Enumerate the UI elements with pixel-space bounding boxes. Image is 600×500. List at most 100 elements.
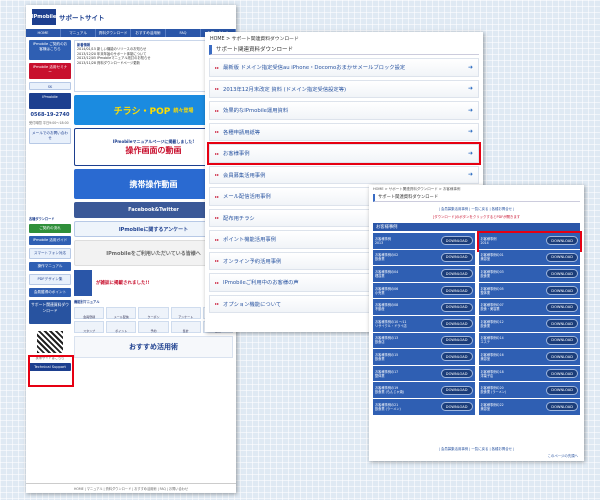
double-arrow-icon: ▸▸ xyxy=(215,236,220,242)
support-phone-hours: 受付時間 平日9:00〜18:00 xyxy=(29,121,69,125)
case-label: お客様事例の05 整体業 xyxy=(480,286,504,295)
sub-nav-links[interactable]: | 会員募集活用事例 | 一覧に戻る | 各種お問合せ | xyxy=(369,206,584,211)
download-button[interactable]: DOWNLOAD xyxy=(440,369,473,379)
case-label: お客様事例の02 飲食業 xyxy=(375,253,399,262)
manual-icon[interactable]: スタンプ xyxy=(74,321,105,333)
download-button[interactable]: DOWNLOAD xyxy=(546,302,578,312)
nav-item-home[interactable]: HOME xyxy=(26,29,61,37)
manual-icon[interactable]: メール配信 xyxy=(106,307,137,319)
download-category-item[interactable]: ▸▸ 各種申請用紙等 ➜ xyxy=(209,122,479,141)
bottom-sub-nav-links[interactable]: | 会員募集活用事例 | 一覧に戻る | 各種お問合せ | xyxy=(369,446,584,451)
manual-icon[interactable]: 会員登録 xyxy=(74,307,105,319)
case-row: お客様事例の12 飲食業 DOWNLOAD xyxy=(478,315,580,333)
page-title: サポート関連資料ダウンロード xyxy=(373,194,580,202)
case-label: お客様事例の15 飲食業 xyxy=(375,352,399,361)
download-category-item[interactable]: ▸▸ 2013年12月末改定 資料 (ドメイン指定受信設定等) ➜ xyxy=(209,79,479,98)
download-category-item[interactable]: ▸▸ 会員募集活用事例 ➜ xyxy=(209,165,479,184)
tips-banner[interactable]: おすすめ活用術 xyxy=(74,336,233,358)
download-button[interactable]: DOWNLOAD xyxy=(546,319,578,329)
download-button[interactable]: DOWNLOAD xyxy=(440,302,473,312)
arrow-right-icon: ➜ xyxy=(467,149,473,157)
download-button[interactable]: DOWNLOAD xyxy=(440,269,473,279)
download-button[interactable]: DOWNLOAD xyxy=(440,385,473,395)
download-category-label: 効果的なIPmobile運用資料 xyxy=(223,108,289,115)
download-category-label: IPmobileご利用中のお客様の声 xyxy=(223,280,299,287)
sidebar-dl-pdf[interactable]: PDFデザイン集 xyxy=(29,274,71,285)
nav-item-tips[interactable]: おすすめ活用術 xyxy=(131,29,166,37)
sidebar-dl-member[interactable]: 会員獲得のポイント xyxy=(29,288,71,297)
download-button[interactable]: DOWNLOAD xyxy=(440,352,473,362)
sidebar-dl-smartphone[interactable]: スマートフォン対応 xyxy=(29,248,71,259)
case-label: お客様事例の22 美容室 xyxy=(480,402,504,411)
case-label: お客様事例の18 洋菓子店 xyxy=(480,369,504,378)
download-category-item[interactable]: ▸▸ 最新版 ドメイン指定受信au iPhone・Docomoおまかせメールブロッ… xyxy=(209,58,479,77)
case-row: お客様事例の15 飲食業 DOWNLOAD xyxy=(373,349,475,366)
download-button[interactable]: DOWNLOAD xyxy=(440,402,473,412)
arrow-right-icon: ➜ xyxy=(467,128,473,136)
case-label: お客様事例の19 飲食業 (もんじゃ焼) xyxy=(375,386,404,395)
breadcrumb[interactable]: HOME > サポート関連資料ダウンロード > お客様事例 xyxy=(369,185,584,194)
manual-icon[interactable]: クーポン xyxy=(138,307,169,319)
sidebar-support-banner[interactable]: IPmobile xyxy=(29,93,71,109)
flyer-pop-title: チラシ・POP xyxy=(113,106,171,117)
download-category-label: オンライン予約活用事例 xyxy=(223,258,282,265)
manual-icon[interactable]: ポイント xyxy=(106,321,137,333)
double-arrow-icon: ▸▸ xyxy=(215,86,220,92)
nav-item-faq[interactable]: FAQ xyxy=(166,29,201,37)
manual-icon[interactable]: 集計 xyxy=(170,321,201,333)
download-category-label: 2013年12月末改定 資料 (ドメイン指定受信設定等) xyxy=(223,86,347,93)
download-category-item[interactable]: ▸▸ お客様事例 ➜ xyxy=(207,142,481,165)
case-row: お客様事例の16 美容室 DOWNLOAD xyxy=(478,349,580,366)
download-button[interactable]: DOWNLOAD xyxy=(546,352,578,362)
arrow-right-icon: ➜ xyxy=(467,106,473,114)
sidebar-dl-guide[interactable]: IPmobile 活用ガイド xyxy=(29,236,71,245)
sidebar-dl-manual[interactable]: 操作マニュアル xyxy=(29,262,71,271)
case-label: お客様事例の14 エステ xyxy=(480,336,504,345)
manual-icon[interactable]: 予約 xyxy=(138,321,169,333)
case-label: お客様事例の21 飲食業 (ラーメン) xyxy=(375,402,401,411)
double-arrow-icon: ▸▸ xyxy=(215,129,220,135)
download-button[interactable]: DOWNLOAD xyxy=(546,335,578,345)
double-arrow-icon: ▸▸ xyxy=(215,215,220,221)
sidebar-contract-button[interactable]: IPmobile ご契約のお客様はこちら xyxy=(29,40,71,60)
site-logo[interactable]: IPmobile サポートサイト xyxy=(32,9,105,25)
sidebar-seminar-button[interactable]: IPmobile 活用セミナー xyxy=(29,63,71,79)
download-button[interactable]: DOWNLOAD xyxy=(546,269,578,279)
sidebar-support-download-button[interactable]: サポート関連資料ダウンロード xyxy=(29,300,71,324)
download-button[interactable]: DOWNLOAD xyxy=(546,286,578,296)
download-button[interactable]: DOWNLOAD xyxy=(440,236,473,246)
case-label: お客様事例の10 〜11 リサイクル・ドライ店 xyxy=(375,319,407,328)
download-note: [ダウンロード]のボタンをクリックするとPDFが開きます xyxy=(432,215,521,219)
site-footer[interactable]: HOME | マニュアル | 資料ダウンロード | おすすめ活用術 | FAQ … xyxy=(26,483,236,493)
nav-item-manual[interactable]: マニュアル xyxy=(61,29,96,37)
download-button[interactable]: DOWNLOAD xyxy=(440,319,473,329)
case-row: お客様事例の06 小売業 DOWNLOAD xyxy=(373,282,475,300)
case-download-grid: お客様事例 2013 DOWNLOAD お客様事例 2014 DOWNLOAD お客様事… xyxy=(373,231,582,416)
download-button[interactable]: DOWNLOAD xyxy=(546,369,578,379)
download-button[interactable]: DOWNLOAD xyxy=(440,335,473,345)
download-button[interactable]: DOWNLOAD xyxy=(546,385,578,395)
case-row: お客様事例の19 飲食業 (もんじゃ焼) DOWNLOAD xyxy=(373,382,475,399)
case-row: お客様事例の22 美容室 DOWNLOAD xyxy=(478,398,580,416)
magazine-cover-image xyxy=(74,270,92,296)
download-category-label: お客様事例 xyxy=(223,151,250,158)
case-label: お客様事例 2014 xyxy=(480,236,497,245)
case-row: お客様事例の02 飲食業 DOWNLOAD xyxy=(373,249,475,267)
breadcrumb[interactable]: HOME > サポート関連資料ダウンロード xyxy=(205,32,483,45)
nav-item-download[interactable]: 資料ダウンロード xyxy=(96,29,131,37)
download-category-label: ポイント機能活用事例 xyxy=(223,237,276,244)
section-heading: お客様事例 xyxy=(373,223,580,231)
mail-contact-button[interactable]: メールでのお問い合わせ xyxy=(29,128,71,144)
download-button[interactable]: DOWNLOAD xyxy=(546,236,578,246)
case-row: お客様事例の14 エステ DOWNLOAD xyxy=(478,332,580,350)
case-label: お客様事例の08 不動産 xyxy=(375,303,399,312)
download-category-item[interactable]: ▸▸ 効果的なIPmobile運用資料 ➜ xyxy=(209,101,479,120)
download-button[interactable]: DOWNLOAD xyxy=(440,286,473,296)
download-button[interactable]: DOWNLOAD xyxy=(546,402,578,412)
download-button[interactable]: DOWNLOAD xyxy=(546,252,578,262)
back-to-top-link[interactable]: このページの先頭へ xyxy=(548,453,578,458)
sidebar-dl-flow[interactable]: ご契約の流れ xyxy=(29,224,71,233)
manual-icon[interactable]: アンケート xyxy=(170,307,201,319)
download-button[interactable]: DOWNLOAD xyxy=(440,252,473,262)
sidebar-logo-sk: SK xyxy=(29,82,71,90)
